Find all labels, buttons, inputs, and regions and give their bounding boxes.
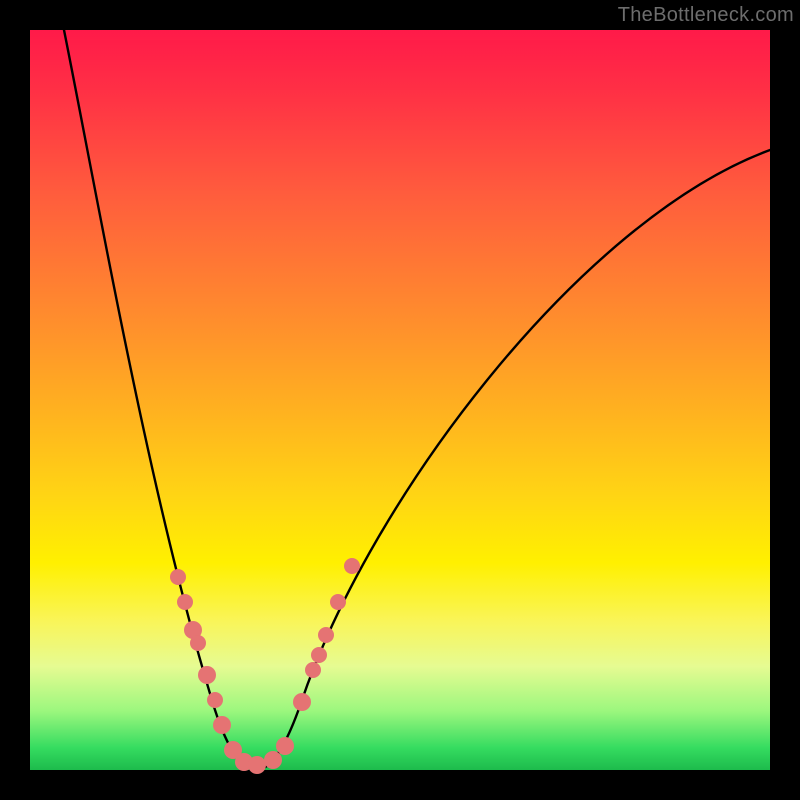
data-dots	[170, 558, 360, 774]
chart-svg	[30, 30, 770, 770]
data-dot	[330, 594, 346, 610]
data-dot	[293, 693, 311, 711]
data-dot	[177, 594, 193, 610]
data-dot	[170, 569, 186, 585]
left-curve	[64, 30, 256, 770]
data-dot	[311, 647, 327, 663]
plot-area	[30, 30, 770, 770]
data-dot	[305, 662, 321, 678]
data-dot	[198, 666, 216, 684]
data-dot	[264, 751, 282, 769]
data-dot	[248, 756, 266, 774]
data-dot	[276, 737, 294, 755]
watermark-text: TheBottleneck.com	[618, 4, 794, 27]
data-dot	[213, 716, 231, 734]
right-curve	[256, 150, 770, 770]
chart-frame: TheBottleneck.com	[0, 0, 800, 800]
data-dot	[207, 692, 223, 708]
data-dot	[344, 558, 360, 574]
data-dot	[190, 635, 206, 651]
data-dot	[318, 627, 334, 643]
